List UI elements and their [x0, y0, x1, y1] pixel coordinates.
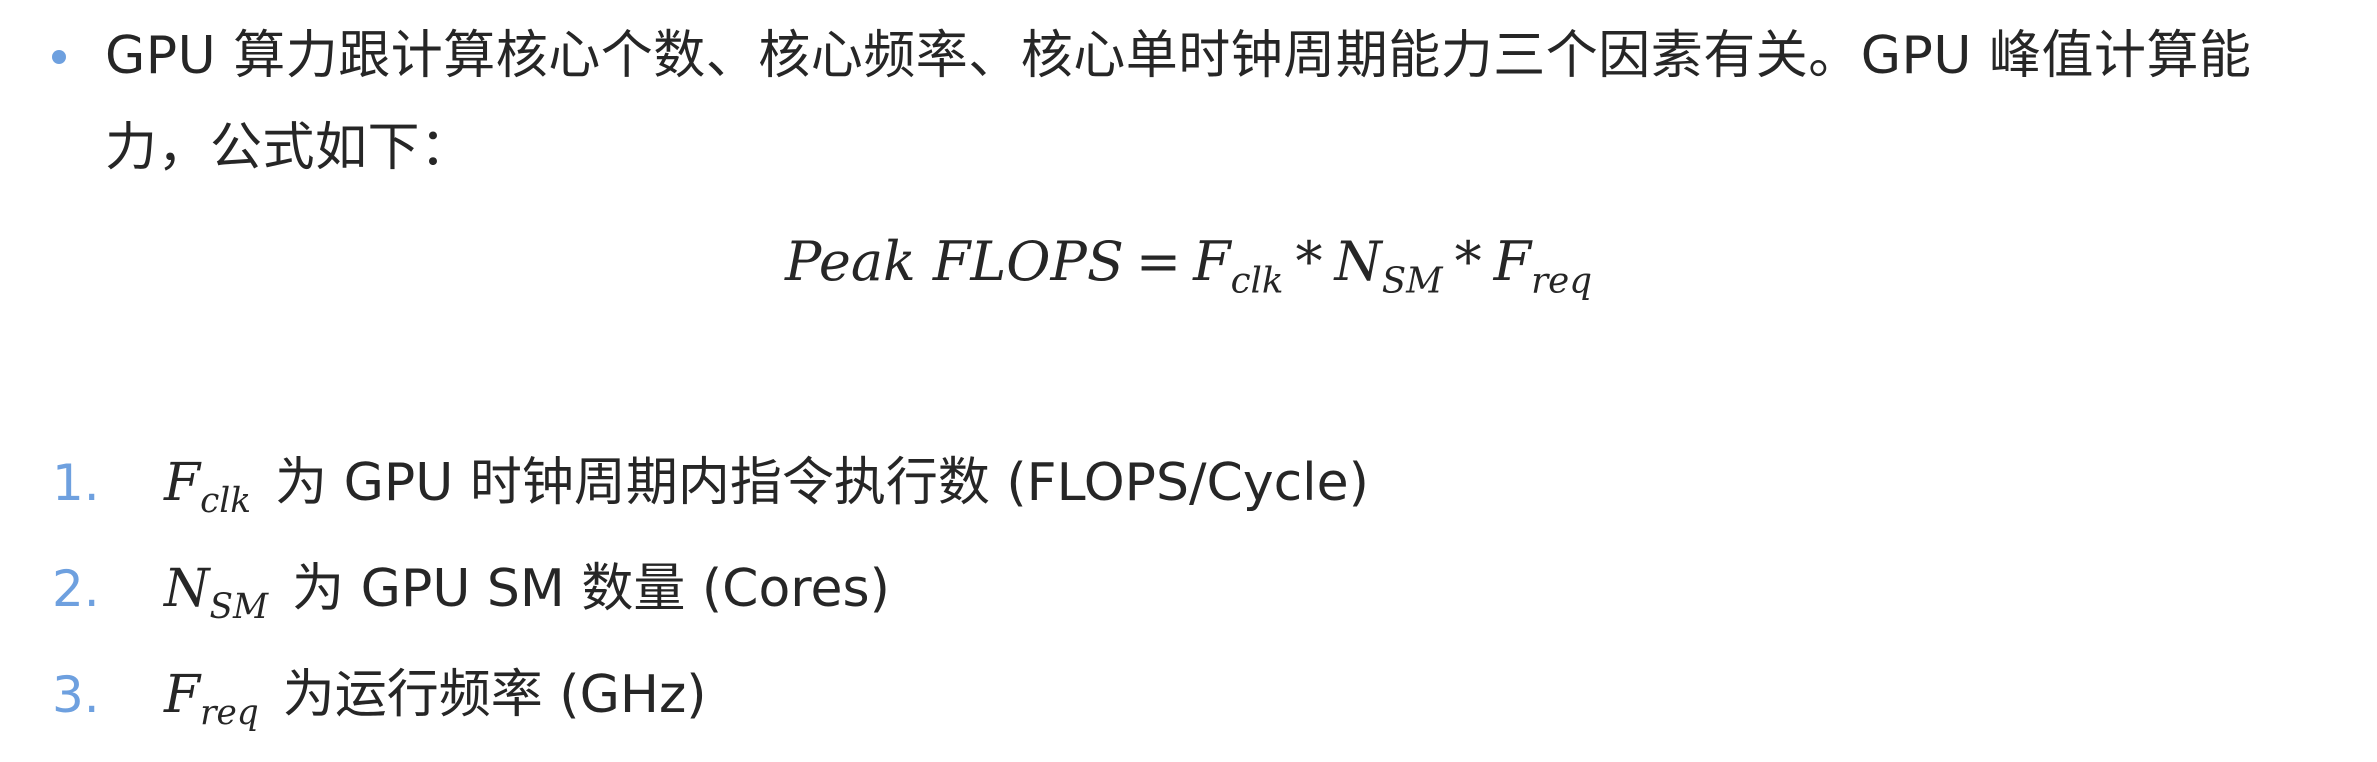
list-variable: NSM	[164, 559, 268, 627]
slide: GPU 算力跟计算核心个数、核心频率、核心单时钟周期能力三个因素有关。GPU 峰…	[0, 0, 2377, 762]
formula-term2-sub: SM	[1381, 260, 1443, 302]
list-text: 为运行频率 (GHz)	[282, 665, 707, 725]
list-text: 为 GPU SM 数量 (Cores)	[292, 559, 890, 619]
list-content: Fclk 为 GPU 时钟周期内指令执行数 (FLOPS/Cycle)	[164, 438, 1369, 546]
list-variable: Freq	[164, 665, 259, 733]
formula-term3-base: F	[1493, 230, 1532, 293]
list-variable-sub: SM	[209, 587, 269, 627]
list-number: 1.	[52, 454, 100, 512]
bullet-text: GPU 算力跟计算核心个数、核心频率、核心单时钟周期能力三个因素有关。GPU 峰…	[105, 26, 2252, 178]
formula-equals: =	[1135, 230, 1182, 293]
list-content: NSM 为 GPU SM 数量 (Cores)	[164, 544, 890, 652]
list-variable-sub: req	[200, 693, 259, 733]
formula-term1-base: F	[1193, 230, 1231, 293]
formula-term1-sub: clk	[1230, 260, 1284, 302]
list-number: 2.	[52, 560, 100, 618]
formula-term3-sub: req	[1531, 260, 1593, 302]
list-content: Freq 为运行频率 (GHz)	[164, 650, 707, 758]
peak-flops-formula: Peak FLOPS = Fclk * NSM * Freq	[0, 222, 2377, 321]
list-variable-base: F	[164, 665, 201, 725]
formula-lhs: Peak FLOPS	[784, 230, 1124, 293]
formula-times-1: *	[1295, 230, 1323, 293]
list-number: 3.	[52, 666, 100, 724]
formula-times-2: *	[1454, 230, 1482, 293]
list-variable: Fclk	[164, 453, 251, 521]
formula-term2-base: N	[1334, 230, 1382, 293]
list-variable-base: N	[164, 559, 210, 619]
bullet-dot-icon	[52, 50, 66, 64]
list-variable-base: F	[164, 453, 201, 513]
list-text: 为 GPU 时钟周期内指令执行数 (FLOPS/Cycle)	[275, 453, 1369, 513]
list-variable-sub: clk	[200, 481, 252, 521]
